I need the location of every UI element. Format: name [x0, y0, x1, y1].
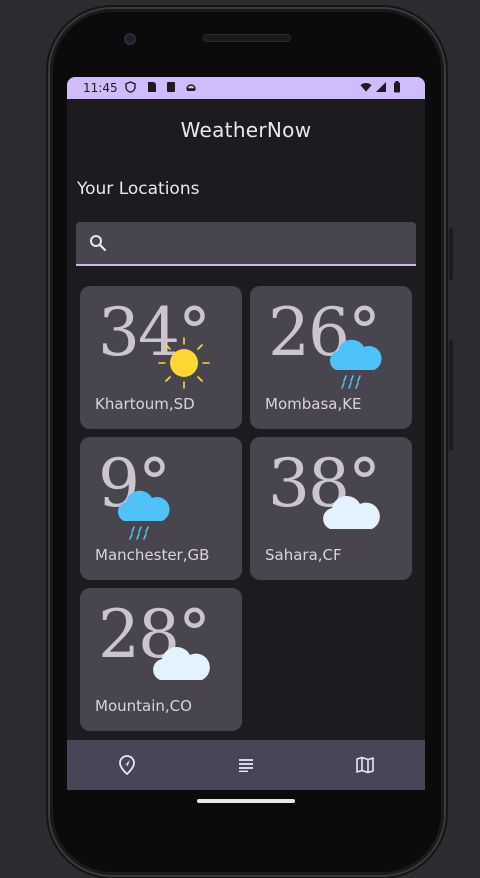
android-system-icon [185, 81, 197, 93]
signal-icon [375, 81, 387, 93]
location-card[interactable]: 34° Khartoum,SD [80, 286, 242, 429]
cloud-icon [318, 489, 382, 537]
location-card[interactable]: 9° Manchester,GB [80, 437, 242, 580]
location-icon[interactable] [115, 753, 139, 777]
home-indicator[interactable] [197, 799, 295, 803]
sim-card-icon [146, 81, 158, 93]
search-input[interactable] [120, 228, 404, 260]
status-time: 11:45 [83, 81, 118, 95]
city-label: Khartoum,SD [95, 395, 195, 413]
shield-icon [124, 81, 136, 93]
front-camera [124, 33, 136, 45]
wifi-icon [360, 81, 372, 93]
search-bar[interactable] [76, 222, 416, 266]
location-card[interactable]: 28° Mountain,CO [80, 588, 242, 731]
list-icon[interactable] [234, 753, 258, 777]
city-label: Mountain,CO [95, 697, 192, 715]
status-bar: 11:45 [67, 77, 425, 99]
sun-icon [154, 336, 214, 394]
earpiece-speaker [203, 34, 291, 42]
city-label: Mombasa,KE [265, 395, 362, 413]
power-button [449, 228, 453, 280]
face-icon [165, 81, 177, 93]
city-label: Sahara,CF [265, 546, 342, 564]
battery-icon [391, 81, 403, 93]
section-title: Your Locations [77, 179, 200, 199]
rain-cloud-icon [322, 334, 384, 394]
search-icon [89, 234, 107, 252]
location-card[interactable]: 38° Sahara,CF [250, 437, 412, 580]
map-icon[interactable] [353, 753, 377, 777]
app-title: WeatherNow [180, 118, 312, 142]
cloud-icon [148, 640, 212, 688]
rain-cloud-icon [110, 485, 172, 545]
city-label: Manchester,GB [95, 546, 210, 564]
app-screen: 11:45 WeatherNow Your Locations 34° Khar… [67, 77, 425, 790]
volume-button [449, 340, 453, 450]
location-card[interactable]: 26° Mombasa,KE [250, 286, 412, 429]
bottom-navigation [67, 740, 425, 790]
